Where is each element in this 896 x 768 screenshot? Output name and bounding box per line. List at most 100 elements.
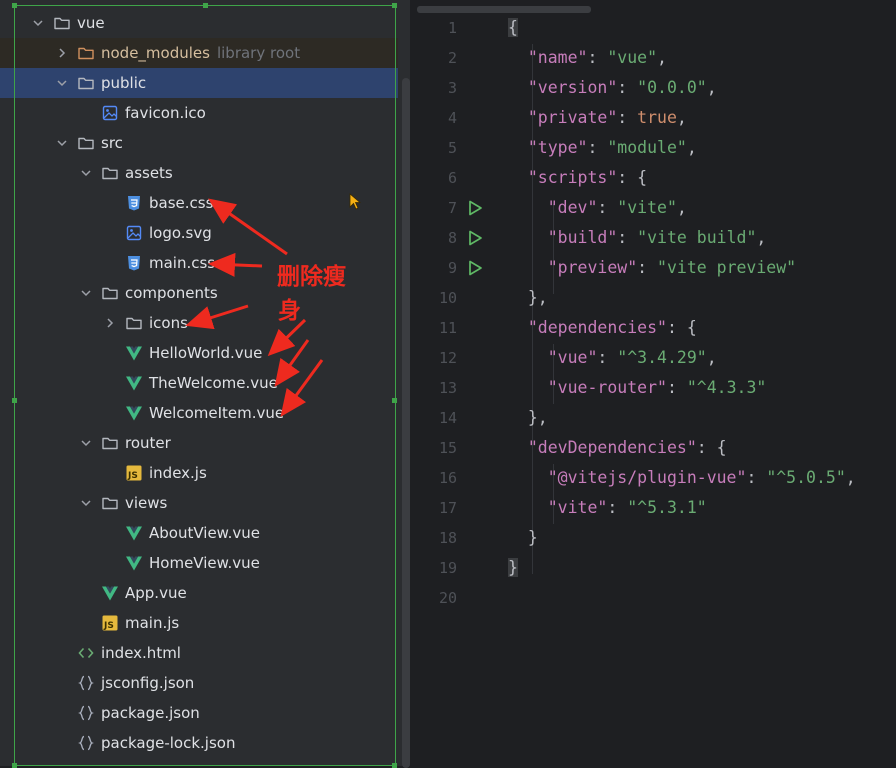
code-token: "type" <box>527 138 588 157</box>
tree-item-package-json[interactable]: package.json <box>0 698 398 728</box>
vue-file-icon <box>102 586 118 601</box>
tree-item-icons[interactable]: icons <box>0 308 398 338</box>
tree-item-router[interactable]: router <box>0 428 398 458</box>
tree-item-base-css[interactable]: base.css <box>0 188 398 218</box>
image-file-icon <box>102 105 118 121</box>
vue-file-icon <box>126 556 142 571</box>
vue-file-icon <box>126 526 142 541</box>
chevron-down-icon[interactable] <box>31 16 45 30</box>
code-token: "vite build" <box>637 228 757 247</box>
line-number: 13 <box>438 379 457 397</box>
code-token: : <box>617 108 638 127</box>
html-file-icon <box>78 647 94 659</box>
code-token: : <box>617 228 638 247</box>
code-line: "type": "module", <box>508 133 697 163</box>
code-editor[interactable]: 1 {2 "name": "vue", 3 "version": "0.0.0", 4… <box>415 0 896 766</box>
tree-item-main-css[interactable]: main.css <box>0 248 398 278</box>
code-line: }, <box>508 403 548 433</box>
tree-item-label: package-lock.json <box>101 734 236 752</box>
tree-item-label: AboutView.vue <box>149 524 260 542</box>
tree-item-assets[interactable]: assets <box>0 158 398 188</box>
code-token: , <box>706 78 717 97</box>
tree-item-src[interactable]: src <box>0 128 398 158</box>
tree-item-label: main.css <box>149 254 216 272</box>
tree-item-vue[interactable]: vue <box>0 8 398 38</box>
tree-item-label: main.js <box>125 614 180 632</box>
run-script-icon[interactable] <box>466 259 484 277</box>
line-number: 15 <box>438 439 457 457</box>
tree-item-logo-svg[interactable]: logo.svg <box>0 218 398 248</box>
chevron-down-icon[interactable] <box>79 166 93 180</box>
code-token: }, <box>508 288 548 307</box>
folder-file-icon <box>126 317 142 330</box>
tree-item-node-modules[interactable]: node_modules library root <box>0 38 398 68</box>
code-token: }, <box>508 408 548 427</box>
code-token: "0.0.0" <box>637 78 707 97</box>
tree-item-components[interactable]: components <box>0 278 398 308</box>
code-line: "vue": "^3.4.29", <box>508 343 717 373</box>
code-token: "devDependencies" <box>527 438 697 457</box>
tree-item-index-html[interactable]: index.html <box>0 638 398 668</box>
chevron-right-icon[interactable] <box>103 316 117 330</box>
folder-file-icon <box>102 497 118 510</box>
folder-orange-file-icon <box>78 47 94 60</box>
tree-item-views[interactable]: views <box>0 488 398 518</box>
code-token: : <box>597 348 618 367</box>
code-token: : <box>617 78 638 97</box>
tree-item-public[interactable]: public <box>0 68 398 98</box>
tree-item-label: favicon.ico <box>125 104 206 122</box>
line-number: 5 <box>447 139 457 157</box>
run-script-icon[interactable] <box>466 199 484 217</box>
tree-item-helloworld-vue[interactable]: HelloWorld.vue <box>0 338 398 368</box>
tree-item-label: assets <box>125 164 173 182</box>
tree-item-label: App.vue <box>125 584 187 602</box>
run-script-icon[interactable] <box>466 229 484 247</box>
code-token: "module" <box>607 138 687 157</box>
tree-item-index-js[interactable]: JS index.js <box>0 458 398 488</box>
code-token: : <box>607 498 628 517</box>
chevron-down-icon[interactable] <box>79 286 93 300</box>
chevron-right-icon[interactable] <box>55 46 69 60</box>
code-token: "vite" <box>547 498 608 517</box>
code-token: "dependencies" <box>527 318 667 337</box>
tree-item-welcomeitem-vue[interactable]: WelcomeItem.vue <box>0 398 398 428</box>
tree-item-label: src <box>101 134 123 152</box>
line-number: 7 <box>447 199 457 217</box>
code-token: : <box>746 468 767 487</box>
line-number: 17 <box>438 499 457 517</box>
code-token: "^5.3.1" <box>627 498 707 517</box>
chevron-down-icon[interactable] <box>55 136 69 150</box>
tree-item-thewelcome-vue[interactable]: TheWelcome.vue <box>0 368 398 398</box>
tree-item-jsconfig-json[interactable]: jsconfig.json <box>0 668 398 698</box>
code-token: : { <box>617 168 648 187</box>
tree-scrollbar[interactable] <box>402 78 410 768</box>
tree-item-main-js[interactable]: JS main.js <box>0 608 398 638</box>
tree-item-favicon-ico[interactable]: favicon.ico <box>0 98 398 128</box>
tree-item-app-vue[interactable]: App.vue <box>0 578 398 608</box>
line-number: 11 <box>438 319 457 337</box>
line-number: 4 <box>447 109 457 127</box>
chevron-down-icon[interactable] <box>79 496 93 510</box>
code-token: "^4.3.3" <box>686 378 767 397</box>
tree-item-homeview-vue[interactable]: HomeView.vue <box>0 548 398 578</box>
folder-file-icon <box>102 287 118 300</box>
tree-item-package-lock-json[interactable]: package-lock.json <box>0 728 398 758</box>
code-token: , <box>756 228 767 247</box>
editor-horizontal-scrollbar[interactable] <box>417 6 591 13</box>
code-token: true <box>637 108 677 127</box>
chevron-down-icon[interactable] <box>79 436 93 450</box>
tree-item-aboutview-vue[interactable]: AboutView.vue <box>0 518 398 548</box>
tree-item-label: HelloWorld.vue <box>149 344 263 362</box>
code-line: "preview": "vite preview" <box>508 253 796 283</box>
tree-item-label: TheWelcome.vue <box>149 374 278 392</box>
chevron-down-icon[interactable] <box>55 76 69 90</box>
code-token: : <box>666 378 687 397</box>
code-token: , <box>676 198 687 217</box>
